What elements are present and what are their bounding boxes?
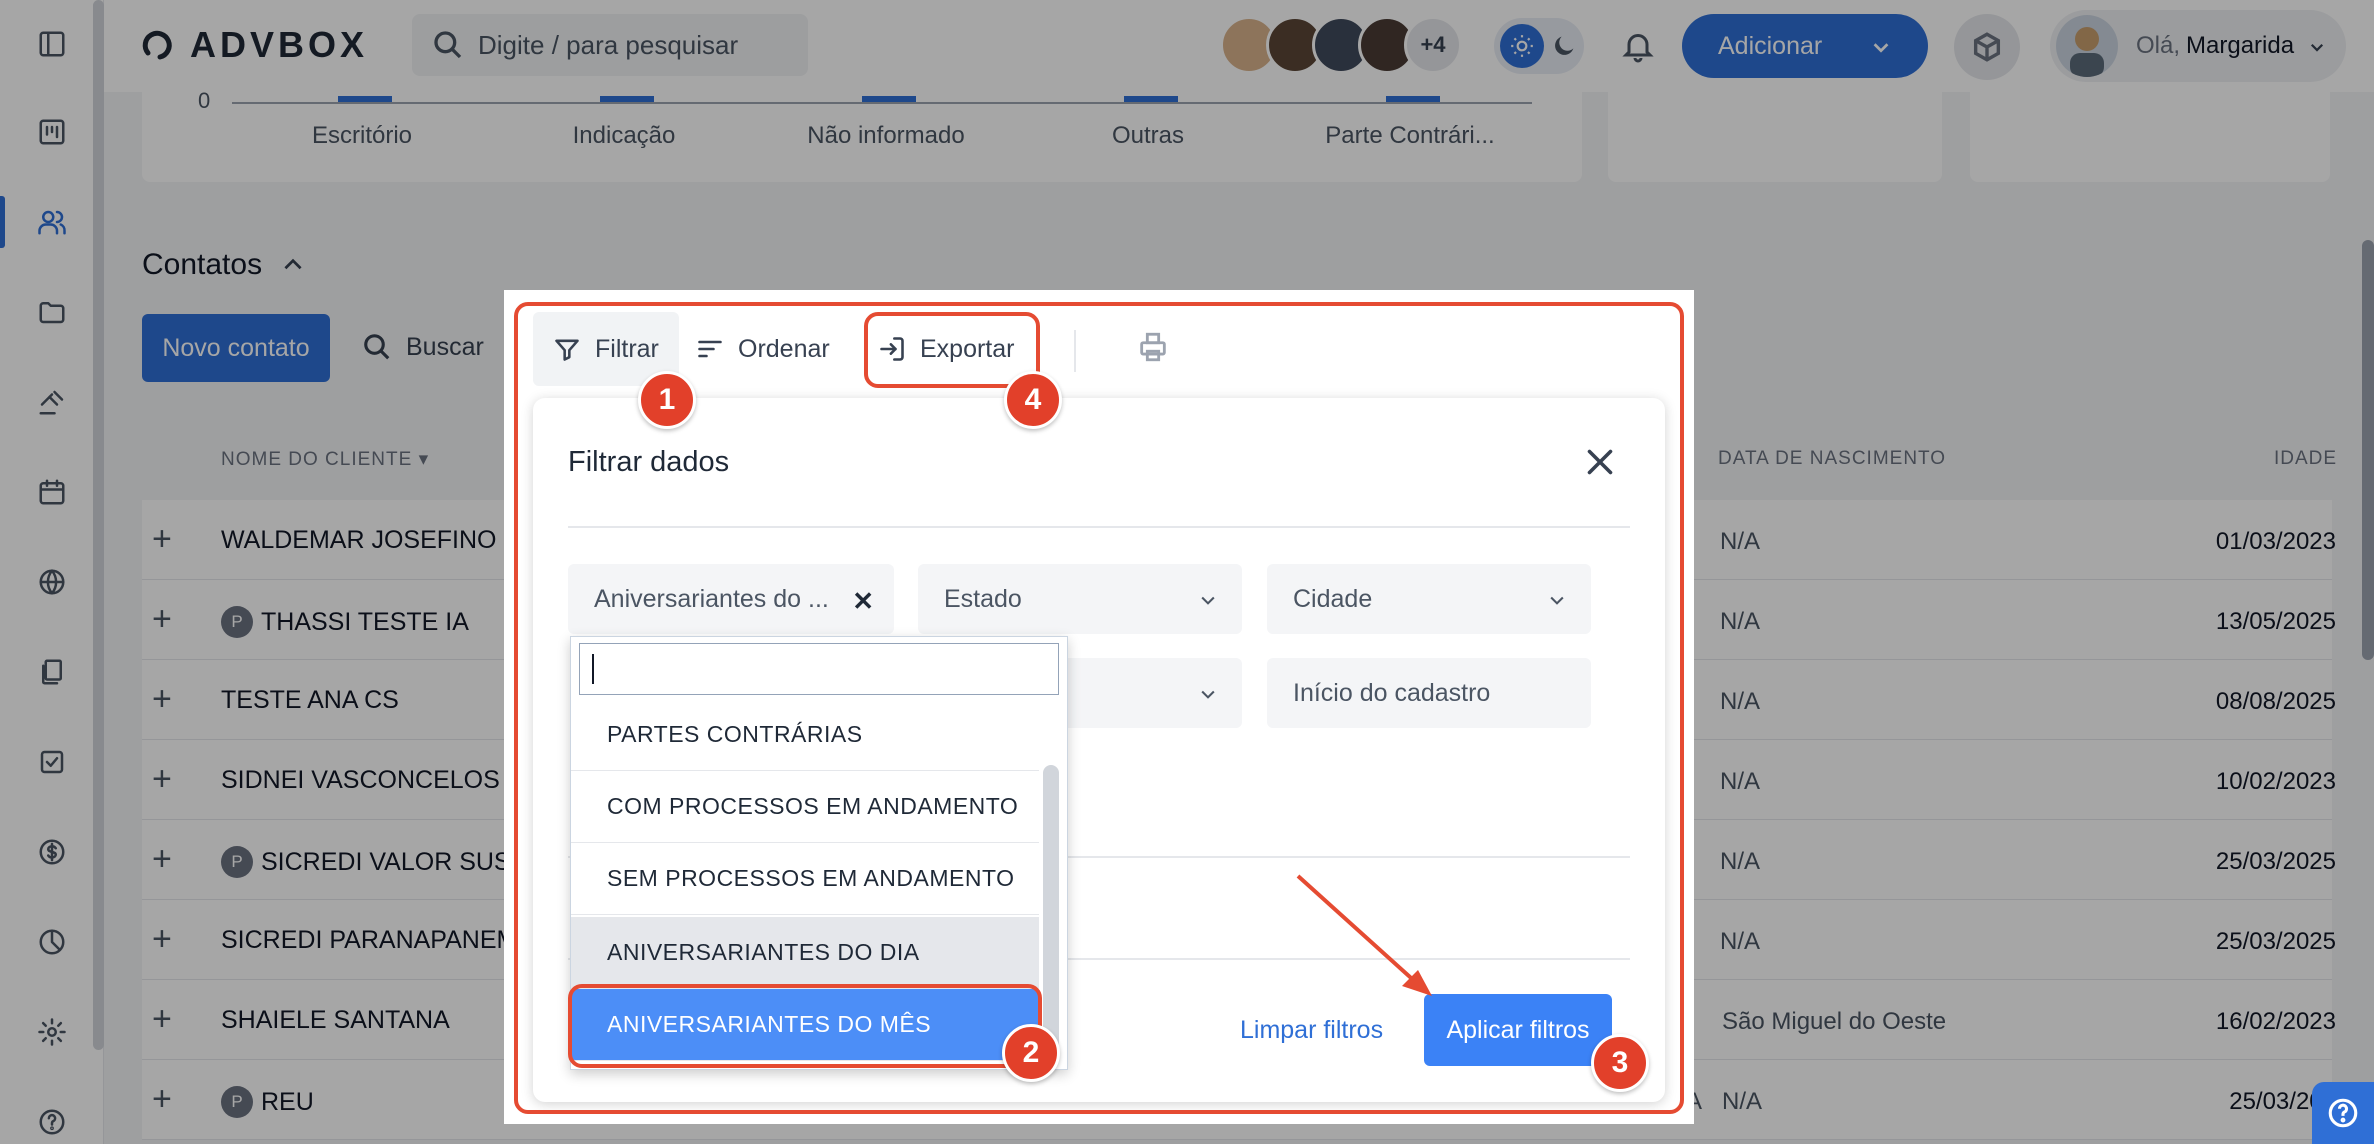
popup-annotation-outline — [514, 302, 1684, 1114]
help-chat-button[interactable] — [2312, 1082, 2374, 1144]
step-marker-4: 4 — [1004, 371, 1062, 429]
step-marker-3: 3 — [1591, 1034, 1649, 1092]
step-marker-2: 2 — [1002, 1024, 1060, 1082]
step-marker-1: 1 — [638, 371, 696, 429]
help-icon — [2328, 1098, 2358, 1128]
